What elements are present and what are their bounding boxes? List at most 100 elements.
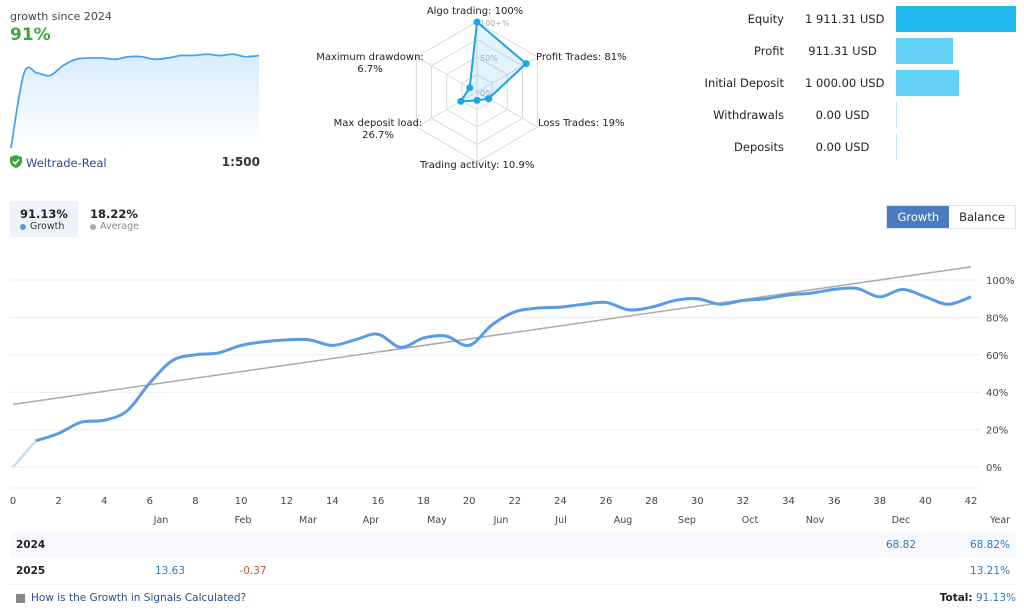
equity-row-label: Profit	[754, 44, 784, 58]
radar-label-loss-trades: Loss Trades: 19%	[538, 118, 625, 129]
broker-name[interactable]: Weltrade-Real	[26, 156, 107, 170]
growth-mode-button[interactable]: Growth	[887, 206, 950, 228]
x-tick-label: 22	[508, 496, 521, 507]
equity-row: Withdrawals 0.00 USD	[690, 100, 1024, 132]
x-tick-label: 20	[463, 496, 476, 507]
month-label: Aug	[614, 515, 633, 526]
radar-ring-label: 100+%	[480, 19, 510, 28]
month-label: Feb	[235, 515, 252, 526]
tab-growth[interactable]: 91.13% Growth	[10, 201, 78, 237]
sparkline-area	[11, 54, 259, 148]
x-tick-label: 36	[828, 496, 841, 507]
total-value: 91.13%	[975, 592, 1016, 604]
yearly-row: 2025 13.63 -0.37 13.21%	[10, 558, 1016, 584]
equity-row-value: 0.00 USD	[815, 108, 870, 122]
x-tick-label: 10	[235, 496, 248, 507]
divider	[10, 584, 1016, 585]
growth-value: 91.13%	[20, 207, 68, 221]
month-label: Oct	[742, 515, 759, 526]
growth-line-start	[12, 439, 37, 468]
x-tick-label: 26	[600, 496, 613, 507]
tab-average[interactable]: 18.22% Average	[80, 201, 149, 237]
radar-point-max-deposit-load	[457, 97, 465, 105]
yearly-row: 2024 68.82 68.82%	[10, 532, 1016, 558]
x-tick-label: 2	[55, 496, 61, 507]
x-tick-label: 28	[645, 496, 658, 507]
equity-row: Equity 1 911.31 USD	[690, 4, 1024, 36]
month-label: Dec	[892, 515, 910, 526]
radar-point-profit-trades	[522, 60, 530, 68]
equity-row: Profit 911.31 USD	[690, 36, 1024, 68]
equity-bar	[896, 38, 954, 64]
radar-label-max-deposit-load: Max deposit load: 26.7%	[333, 118, 423, 141]
info-icon	[16, 593, 25, 603]
radar-point-algo-trading	[473, 18, 481, 26]
month-label: Year	[989, 515, 1010, 526]
x-tick-label: 8	[192, 496, 198, 507]
help-link-text[interactable]: How is the Growth in Signals Calculated?	[31, 592, 246, 604]
equity-row-label: Deposits	[734, 140, 784, 154]
x-tick-label: 12	[280, 496, 293, 507]
radar-point-trading-activity	[473, 96, 481, 104]
x-tick-label: 6	[147, 496, 153, 507]
growth-caption: growth since 2024	[10, 10, 112, 23]
leverage: 1:500	[221, 155, 260, 169]
x-tick-label: 42	[965, 496, 978, 507]
broker[interactable]: Weltrade-Real	[10, 155, 107, 171]
equity-row: Deposits 0.00 USD	[690, 132, 1024, 164]
y-tick-label: 60%	[986, 351, 1008, 362]
month-value-dec: 68.82	[885, 539, 917, 551]
radar-label-trading-activity: Trading activity: 10.9%	[420, 160, 535, 171]
growth-sparkline	[10, 53, 260, 148]
equity-row-label: Initial Deposit	[704, 76, 784, 90]
month-label: May	[427, 515, 447, 526]
month-label: Apr	[363, 515, 380, 526]
y-tick-label: 0%	[986, 463, 1002, 474]
year-label: 2025	[16, 565, 46, 577]
equity-bar	[896, 102, 897, 128]
equity-bar	[896, 70, 959, 96]
radar-label-algo-trading: Algo trading: 100%	[426, 6, 524, 17]
radar-chart: 100+%50%0% Algo trading: 100% Profit Tra…	[310, 0, 640, 180]
equity-row-label: Withdrawals	[713, 108, 784, 122]
month-label: Sep	[678, 515, 696, 526]
growth-legend-label: Growth	[30, 221, 65, 232]
y-tick-label: 40%	[986, 388, 1008, 399]
balance-mode-button[interactable]: Balance	[949, 206, 1015, 228]
equity-row-value: 911.31 USD	[808, 44, 877, 58]
growth-summary-card: growth since 2024 91% Weltrade-Real 1:50…	[10, 10, 262, 175]
equity-row: Initial Deposit 1 000.00 USD	[690, 68, 1024, 100]
average-line	[12, 266, 972, 406]
x-tick-label: 24	[554, 496, 567, 507]
month-value-feb: -0.37	[239, 565, 267, 577]
equity-bar	[896, 6, 1016, 32]
radar-point-loss-trades	[485, 95, 493, 103]
x-tick-label: 4	[101, 496, 107, 507]
growth-help-link[interactable]: How is the Growth in Signals Calculated?	[16, 592, 246, 604]
average-legend-label: Average	[100, 221, 140, 232]
x-tick-label: 32	[737, 496, 750, 507]
y-tick-label: 80%	[986, 313, 1008, 324]
month-label: Jun	[493, 515, 509, 526]
growth-chart: 0%20%40%60%80%100%0 2 4 6 8 10 12 14 16 18 20 22 24 2…	[10, 266, 1015, 526]
x-tick-label: 30	[691, 496, 704, 507]
x-tick-label: 14	[326, 496, 339, 507]
equity-row-value: 0.00 USD	[815, 140, 870, 154]
month-label: Nov	[806, 515, 825, 526]
year-total: 13.21%	[969, 565, 1010, 577]
x-tick-label: 34	[782, 496, 795, 507]
x-tick-label: 18	[417, 496, 430, 507]
y-tick-label: 20%	[986, 426, 1008, 437]
radar-label-maximum-drawdown: Maximum drawdown: 6.7%	[316, 52, 424, 75]
x-tick-label: 38	[873, 496, 886, 507]
growth-line	[35, 286, 972, 443]
radar-label-profit-trades: Profit Trades: 81%	[536, 52, 627, 63]
average-value: 18.22%	[90, 207, 138, 221]
x-tick-label: 16	[372, 496, 385, 507]
month-label: Jan	[153, 515, 169, 526]
equity-bar	[896, 134, 897, 160]
month-label: Mar	[299, 515, 317, 526]
total-label: Total:	[939, 592, 973, 604]
equity-row-value: 1 911.31 USD	[805, 12, 885, 26]
month-label: Jul	[554, 515, 566, 526]
